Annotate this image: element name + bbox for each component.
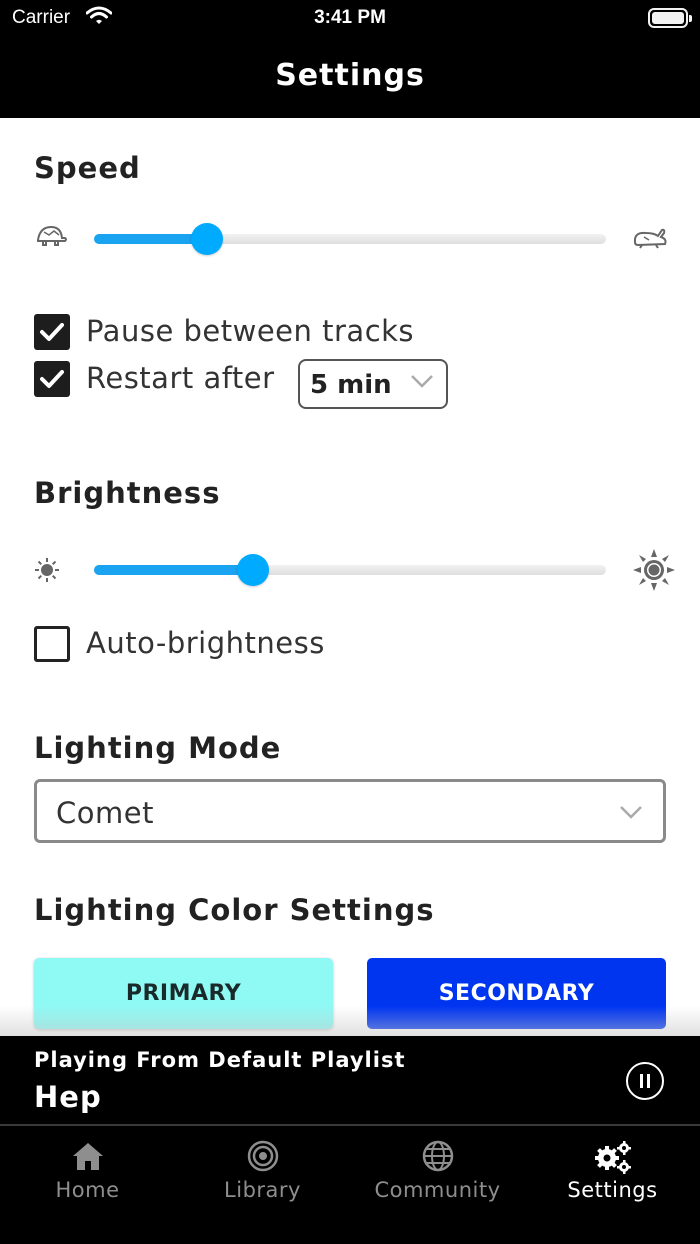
- restart-after-select[interactable]: 5 min: [298, 359, 448, 409]
- tab-community[interactable]: Community: [350, 1126, 525, 1226]
- pause-icon[interactable]: [626, 1062, 664, 1100]
- speed-slider-thumb[interactable]: [190, 223, 223, 255]
- speed-slider[interactable]: [94, 223, 606, 255]
- auto-brightness-checkbox[interactable]: [34, 626, 70, 662]
- chevron-down-icon: [410, 373, 434, 393]
- tab-library-label: Library: [224, 1178, 301, 1202]
- now-playing-title: Hep: [34, 1080, 102, 1114]
- restart-after-row[interactable]: Restart after: [34, 361, 284, 397]
- now-playing-subtitle: Playing From Default Playlist: [34, 1048, 406, 1072]
- restart-after-label: Restart after: [86, 361, 275, 395]
- pause-between-tracks-row[interactable]: Pause between tracks: [34, 314, 434, 350]
- now-playing-bar[interactable]: Playing From Default Playlist Hep: [0, 1036, 700, 1124]
- lighting-color-section-title: Lighting Color Settings: [34, 893, 435, 927]
- brightness-section-title: Brightness: [34, 476, 221, 510]
- brightness-slider-fill: [94, 565, 253, 575]
- chevron-down-icon: [619, 804, 643, 824]
- tab-settings[interactable]: Settings: [525, 1126, 700, 1226]
- tab-home-label: Home: [55, 1178, 120, 1202]
- nav-bar: Settings: [0, 36, 700, 118]
- sun-large-icon: [632, 548, 676, 596]
- status-time: 3:41 PM: [314, 7, 386, 28]
- auto-brightness-row[interactable]: Auto-brightness: [34, 626, 354, 662]
- tab-library[interactable]: Library: [175, 1126, 350, 1226]
- pause-between-tracks-checkbox[interactable]: [34, 314, 70, 350]
- target-icon: [175, 1140, 350, 1174]
- rabbit-icon: [632, 224, 668, 254]
- primary-color-button[interactable]: PRIMARY: [34, 958, 333, 1029]
- lighting-mode-section-title: Lighting Mode: [34, 731, 282, 765]
- sun-small-icon: [34, 557, 60, 587]
- secondary-color-button[interactable]: SECONDARY: [367, 958, 666, 1029]
- tab-home[interactable]: Home: [0, 1126, 175, 1226]
- turtle-icon: [34, 223, 68, 253]
- lighting-mode-value: Comet: [56, 796, 154, 830]
- auto-brightness-label: Auto-brightness: [86, 626, 325, 660]
- settings-content[interactable]: Speed Pause between tracks Restart after: [0, 118, 700, 1036]
- tab-bar: Home Library Community Settings: [0, 1124, 700, 1244]
- tab-community-label: Community: [374, 1178, 501, 1202]
- lighting-mode-select[interactable]: Comet: [34, 779, 666, 843]
- pause-between-tracks-label: Pause between tracks: [86, 314, 415, 348]
- brightness-slider[interactable]: [94, 554, 606, 586]
- home-icon: [0, 1140, 175, 1174]
- globe-icon: [350, 1140, 525, 1174]
- restart-after-value: 5 min: [310, 370, 392, 400]
- speed-section-title: Speed: [34, 151, 141, 185]
- page-title: Settings: [275, 58, 425, 93]
- restart-after-checkbox[interactable]: [34, 361, 70, 397]
- battery-icon: [648, 8, 692, 28]
- gears-icon: [525, 1140, 700, 1174]
- brightness-slider-thumb[interactable]: [236, 554, 269, 586]
- status-bar: Carrier 3:41 PM: [0, 0, 700, 36]
- speed-slider-fill: [94, 234, 207, 244]
- tab-settings-label: Settings: [567, 1178, 658, 1202]
